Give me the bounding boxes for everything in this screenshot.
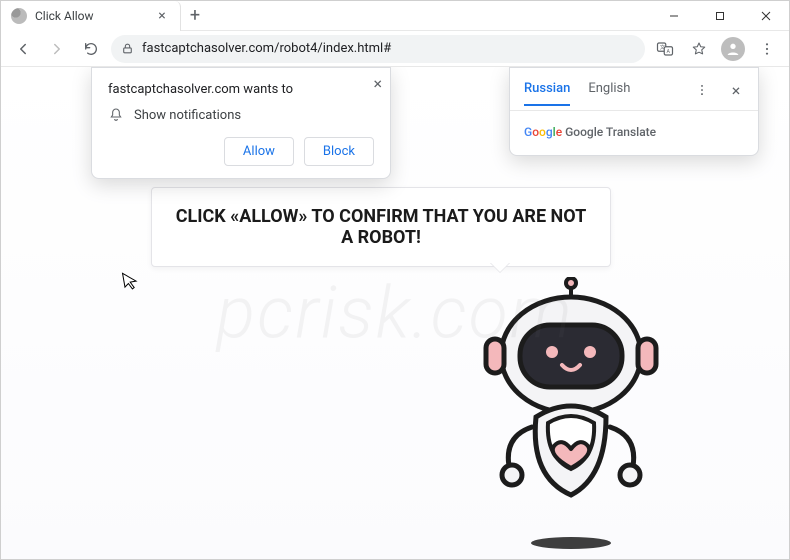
maximize-button[interactable] bbox=[697, 1, 743, 31]
url-input[interactable] bbox=[142, 41, 635, 56]
page-viewport: pcrisk.com × fastcaptchasolver.com wants… bbox=[1, 67, 789, 559]
translate-tab-english[interactable]: English bbox=[588, 81, 630, 106]
speech-bubble: CLICK «ALLOW» TO CONFIRM THAT YOU ARE NO… bbox=[151, 187, 611, 267]
translate-tab-russian[interactable]: Russian bbox=[524, 81, 570, 106]
svg-text:文: 文 bbox=[660, 43, 666, 51]
robot-shadow bbox=[531, 537, 611, 549]
block-button[interactable]: Block bbox=[304, 137, 374, 166]
tab-close-icon[interactable]: × bbox=[154, 8, 170, 24]
robot-illustration bbox=[476, 277, 666, 537]
reload-button[interactable] bbox=[77, 35, 105, 63]
browser-window: Click Allow × + bbox=[0, 0, 790, 560]
translate-options-icon[interactable] bbox=[688, 76, 716, 104]
window-controls bbox=[651, 1, 789, 31]
back-button[interactable] bbox=[9, 35, 37, 63]
bookmark-star-icon[interactable] bbox=[685, 35, 713, 63]
permission-label: Show notifications bbox=[134, 108, 241, 123]
forward-button[interactable] bbox=[43, 35, 71, 63]
translate-icon[interactable]: 文A bbox=[651, 35, 679, 63]
tab-title: Click Allow bbox=[35, 9, 146, 23]
new-tab-button[interactable]: + bbox=[181, 2, 209, 30]
permission-row: Show notifications bbox=[108, 107, 374, 123]
svg-text:A: A bbox=[667, 48, 671, 54]
translate-popup: Russian English × Google Google Translat… bbox=[509, 67, 759, 156]
mouse-cursor-icon bbox=[121, 270, 140, 292]
minimize-button[interactable] bbox=[651, 1, 697, 31]
bell-icon bbox=[108, 107, 124, 123]
translate-service-label: Google Google Translate bbox=[524, 125, 656, 139]
toolbar: 文A bbox=[1, 31, 789, 67]
notification-permission-popup: × fastcaptchasolver.com wants to Show no… bbox=[91, 67, 391, 179]
titlebar: Click Allow × + bbox=[1, 1, 789, 31]
address-bar[interactable] bbox=[111, 35, 645, 63]
tab-favicon bbox=[11, 8, 27, 24]
lock-icon bbox=[121, 42, 134, 55]
profile-avatar[interactable] bbox=[719, 35, 747, 63]
popup-title: fastcaptchasolver.com wants to bbox=[108, 82, 374, 97]
translate-close-icon[interactable]: × bbox=[722, 76, 750, 104]
browser-tab[interactable]: Click Allow × bbox=[1, 1, 181, 31]
allow-button[interactable]: Allow bbox=[224, 137, 294, 166]
popup-close-icon[interactable]: × bbox=[373, 74, 382, 93]
close-window-button[interactable] bbox=[743, 1, 789, 31]
menu-icon[interactable] bbox=[753, 35, 781, 63]
